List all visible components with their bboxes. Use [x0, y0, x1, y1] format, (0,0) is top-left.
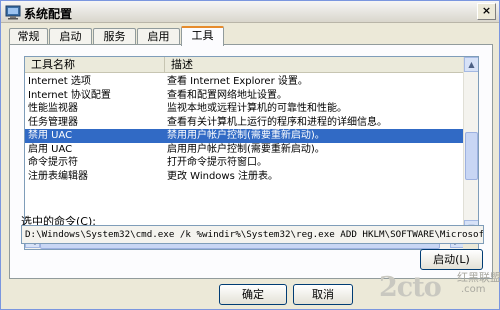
list-item[interactable]: Internet 选项 查看 Internet Explorer 设置。 — [25, 75, 465, 89]
window-title: 系统配置 — [24, 7, 73, 21]
tool-description: 查看 Internet Explorer 设置。 — [167, 76, 308, 87]
tab-services[interactable]: 服务 — [93, 28, 136, 45]
column-header-description[interactable]: 描述 — [165, 57, 465, 73]
list-item[interactable]: 注册表编辑器 更改 Windows 注册表。 — [25, 170, 465, 184]
close-button[interactable]: × — [477, 3, 496, 20]
system-config-icon — [5, 5, 21, 20]
tool-name: 注册表编辑器 — [28, 170, 88, 182]
tool-description: 监视本地或远程计算机的可靠性和性能。 — [167, 103, 347, 114]
tool-description: 启用用户帐户控制(需要重新启动)。 — [167, 143, 325, 155]
tool-description: 更改 Windows 注册表。 — [167, 170, 278, 182]
list-item[interactable]: 任务管理器 查看有关计算机上运行的程序和进程的详细信息。 — [25, 116, 465, 130]
list-item[interactable]: 启用 UAC 启用用户帐户控制(需要重新启动)。 — [25, 143, 465, 157]
tool-name: 禁用 UAC — [28, 130, 73, 141]
scroll-up-arrow-icon[interactable]: ▲ — [464, 57, 478, 72]
tool-name: 命令提示符 — [28, 157, 78, 168]
tool-name: 性能监视器 — [28, 103, 78, 114]
system-config-window: 系统配置 × 常规 启动 服务 启用 工具 工具名称 描述 Internet 选… — [0, 0, 500, 310]
list-item[interactable]: 性能监视器 监视本地或远程计算机的可靠性和性能。 — [25, 102, 465, 116]
tab-boot[interactable]: 启动 — [49, 28, 92, 45]
title-bar[interactable]: 系统配置 × — [1, 1, 499, 23]
watermark-domain: .com — [461, 284, 486, 295]
tab-tools[interactable]: 工具 — [181, 26, 224, 46]
column-header-name[interactable]: 工具名称 — [25, 57, 165, 73]
vertical-scrollbar[interactable]: ▲ ▼ — [463, 57, 478, 235]
tool-description: 查看有关计算机上运行的程序和进程的详细信息。 — [167, 116, 387, 128]
selected-command-field[interactable]: D:\Windows\System32\cmd.exe /k %windir%\… — [21, 225, 484, 244]
list-item[interactable]: Internet 协议配置 查看和配置网络地址设置。 — [25, 89, 465, 103]
ok-button[interactable]: 确定 — [219, 284, 287, 305]
list-item[interactable]: 命令提示符 打开命令提示符窗口。 — [25, 156, 465, 170]
tool-name: 任务管理器 — [28, 116, 78, 128]
tool-name: Internet 选项 — [28, 76, 91, 87]
tab-general[interactable]: 常规 — [9, 28, 48, 45]
watermark-cn-text: 红黑联盟 — [457, 271, 500, 284]
list-item-selected[interactable]: 禁用 UAC 禁用用户帐户控制(需要重新启动)。 — [25, 129, 465, 143]
watermark-logo: 2cto 红黑联盟 .com — [379, 266, 500, 310]
cancel-button[interactable]: 取消 — [293, 284, 353, 305]
list-rows: Internet 选项 查看 Internet Explorer 设置。 Int… — [25, 75, 465, 183]
tool-name: 启用 UAC — [28, 143, 73, 155]
tool-description: 打开命令提示符窗口。 — [167, 157, 267, 168]
list-header: 工具名称 描述 — [25, 57, 465, 73]
tool-name: Internet 协议配置 — [28, 89, 111, 101]
tool-description: 查看和配置网络地址设置。 — [167, 89, 287, 101]
vertical-scroll-thumb[interactable] — [465, 132, 478, 180]
watermark-brand: 2cto — [379, 272, 442, 303]
tab-startup[interactable]: 启用 — [137, 28, 180, 45]
tool-description: 禁用用户帐户控制(需要重新启动)。 — [167, 130, 325, 141]
